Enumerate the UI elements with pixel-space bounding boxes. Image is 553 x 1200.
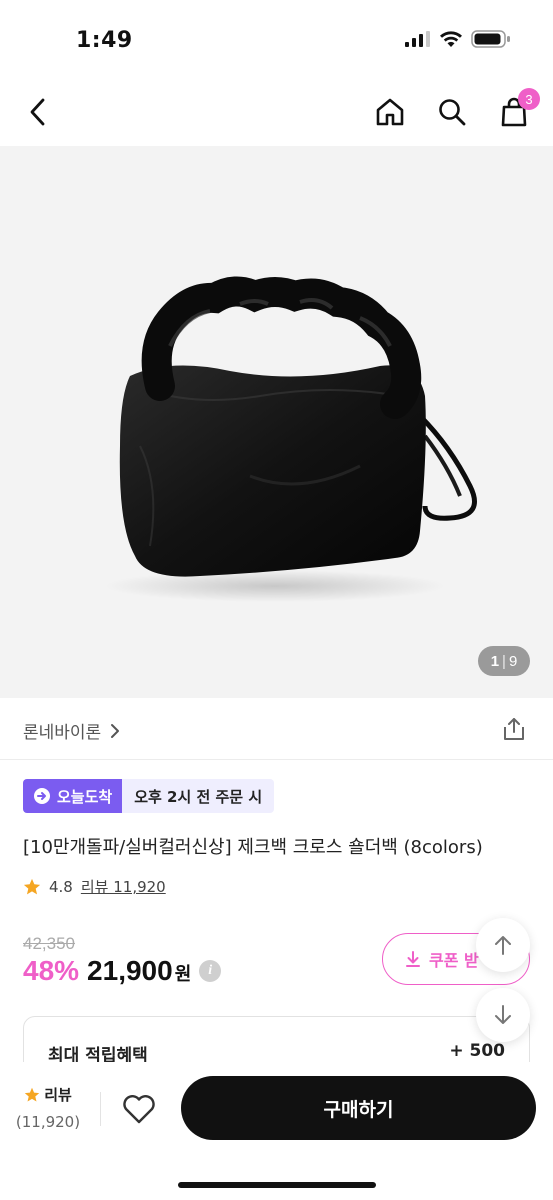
share-icon: [504, 718, 524, 740]
heart-icon: [123, 1095, 155, 1124]
chevron-left-icon: [30, 98, 45, 126]
review-summary-label-row: 리뷰: [14, 1084, 82, 1105]
brand-row: 론네바이론: [0, 698, 553, 760]
cart-button[interactable]: 3: [494, 88, 540, 132]
image-current-index: 1: [490, 652, 500, 670]
arrow-circle-icon: [34, 788, 50, 804]
share-button[interactable]: [501, 716, 527, 742]
benefit-points: + 500: [449, 1041, 505, 1061]
scroll-to-bottom-button[interactable]: [476, 988, 530, 1042]
review-summary-label: 리뷰: [44, 1086, 72, 1104]
rating-row: 4.8 리뷰 11,920: [23, 876, 166, 897]
star-icon: [23, 878, 41, 894]
search-icon: [439, 99, 466, 126]
review-summary-count: (11,920): [15, 1113, 81, 1131]
scroll-to-top-button[interactable]: [476, 918, 530, 972]
coupon-label: 쿠폰 받: [429, 951, 479, 970]
product-title: [10만개돌파/실버컬러신상] 제크백 크로스 숄더백 (8colors): [23, 837, 483, 858]
price-row: 48% 21,900 원 i: [23, 955, 222, 987]
home-button[interactable]: [370, 92, 410, 132]
review-count-link[interactable]: 리뷰 11,920: [81, 876, 166, 897]
cellular-signal-icon: [405, 31, 430, 47]
back-button[interactable]: [18, 92, 58, 132]
bottom-action-bar: 리뷰 (11,920) 구매하기: [0, 1062, 553, 1200]
sale-price: 21,900: [87, 955, 173, 986]
battery-icon: [471, 30, 510, 48]
bottom-bar-divider: [100, 1092, 101, 1126]
status-time: 1:49: [76, 28, 133, 53]
brand-name: 론네바이론: [23, 723, 102, 743]
image-total-count: 9: [508, 652, 518, 670]
star-icon: [24, 1087, 40, 1102]
info-icon[interactable]: i: [199, 960, 222, 982]
arrow-down-icon: [495, 1005, 511, 1024]
delivery-cutoff-text: 오후 2시 전 주문 시: [122, 779, 275, 813]
wishlist-button[interactable]: [120, 1090, 158, 1128]
status-icons: [405, 30, 511, 48]
download-icon: [406, 951, 420, 967]
home-indicator: [178, 1182, 376, 1188]
product-image[interactable]: 1 | 9: [0, 146, 553, 698]
buy-now-button[interactable]: 구매하기: [181, 1076, 536, 1140]
delivery-info: 오늘도착 오후 2시 전 주문 시: [23, 779, 275, 813]
image-index-separator: |: [502, 652, 506, 670]
image-page-indicator: 1 | 9: [478, 646, 530, 676]
original-price: 42,350: [23, 934, 75, 953]
today-delivery-badge: 오늘도착: [23, 779, 123, 813]
chevron-right-icon: [111, 723, 120, 738]
search-button[interactable]: [432, 92, 472, 132]
review-summary[interactable]: 리뷰 (11,920): [14, 1084, 82, 1131]
status-bar: 1:49: [0, 0, 553, 80]
home-icon: [376, 98, 404, 126]
bag-photo: [105, 276, 477, 602]
arrow-up-icon: [495, 936, 511, 955]
rating-score: 4.8: [49, 877, 73, 896]
currency-unit: 원: [174, 964, 192, 985]
delivery-tag-label: 오늘도착: [57, 787, 113, 806]
wifi-icon: [440, 30, 462, 47]
brand-link[interactable]: 론네바이론: [23, 718, 121, 743]
discount-rate: 48%: [23, 955, 80, 986]
cart-count-badge: 3: [518, 88, 540, 110]
top-navigation: 3: [0, 80, 553, 146]
